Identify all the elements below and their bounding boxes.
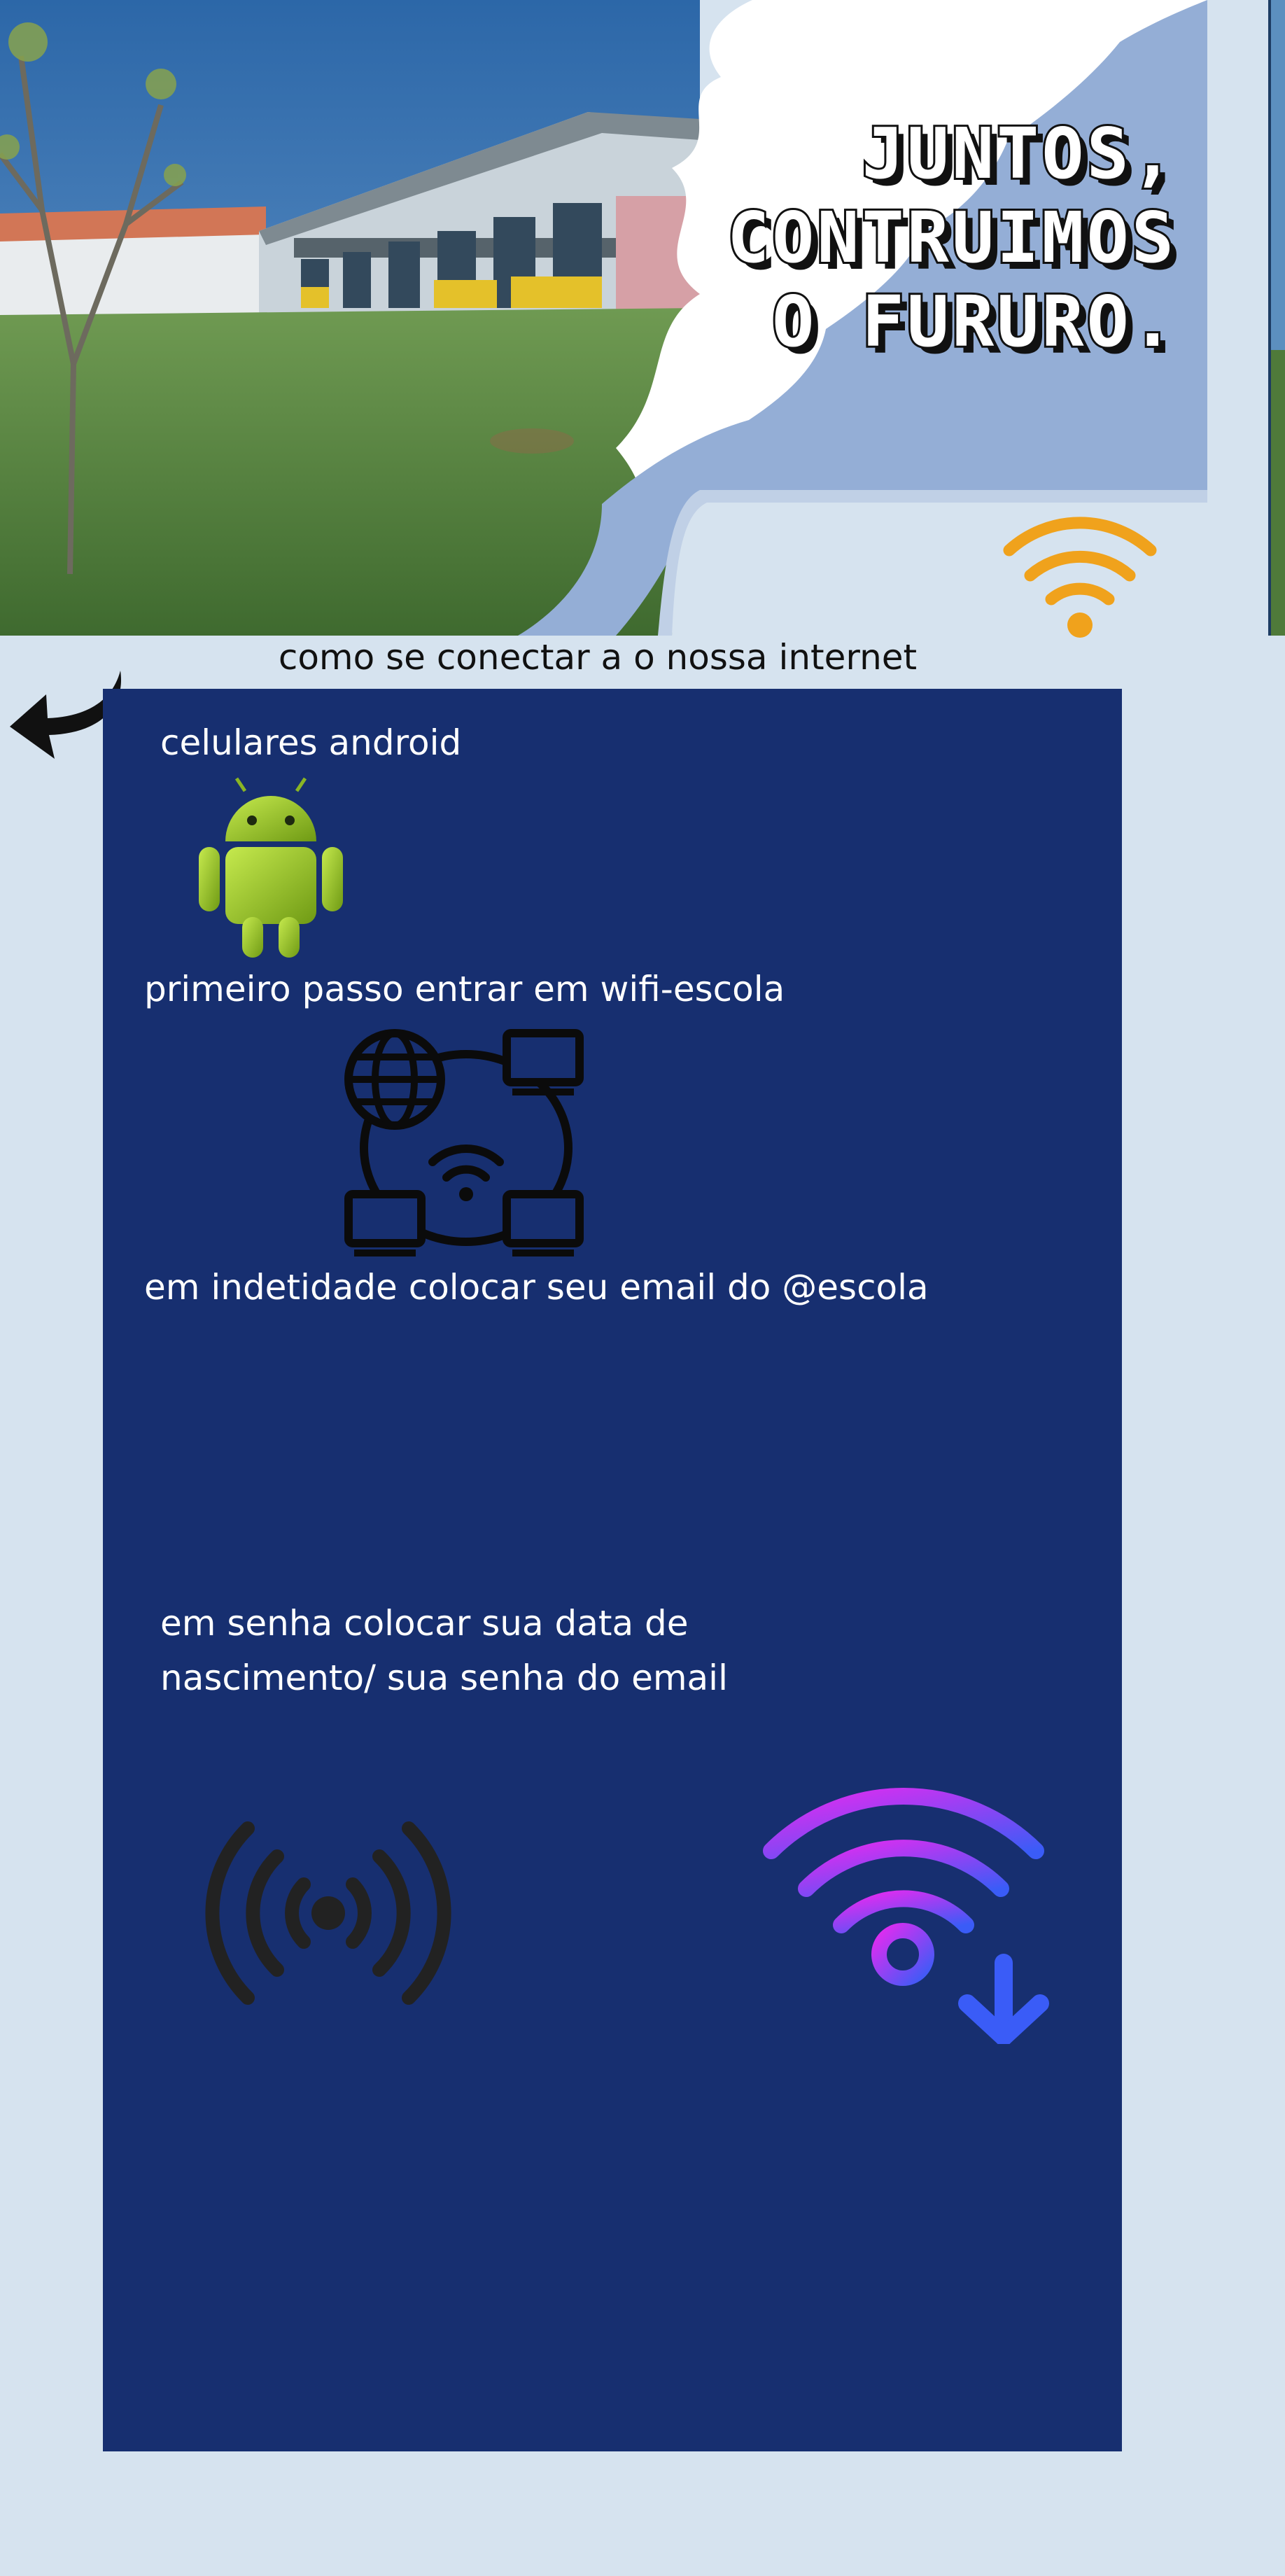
step-3-line-1: em senha colocar sua data de [160, 1603, 689, 1644]
page-subtitle: como se conectar a o nossa internet [278, 637, 918, 678]
tiny-vertical-mark [147, 1967, 154, 2002]
hero-title: JUNTOS, CONTRUIMOS O FURURO. [725, 111, 1177, 365]
step-3-line-2: nascimento/ sua senha do email [160, 1658, 728, 1698]
android-robot-icon [199, 777, 343, 958]
hero-title-line-3: O FURURO. [770, 279, 1177, 365]
broadcast-signal-icon [205, 1821, 451, 2005]
section-heading-android: celulares android [160, 722, 462, 763]
wifi-icon [1003, 517, 1157, 638]
wifi-download-icon [763, 1788, 1049, 2044]
network-globe-computers-icon [344, 1029, 584, 1256]
step-3-text: em senha colocar sua data de nascimento/… [160, 1596, 728, 1705]
step-2-text: em indetidade colocar seu email do @esco… [144, 1267, 929, 1308]
hero-title-line-1: JUNTOS, [860, 111, 1177, 197]
step-1-text: primeiro passo entrar em wifi-escola [144, 969, 785, 1009]
hero-edge-strip [1268, 0, 1285, 636]
hero-title-line-2: CONTRUIMOS [725, 195, 1177, 281]
